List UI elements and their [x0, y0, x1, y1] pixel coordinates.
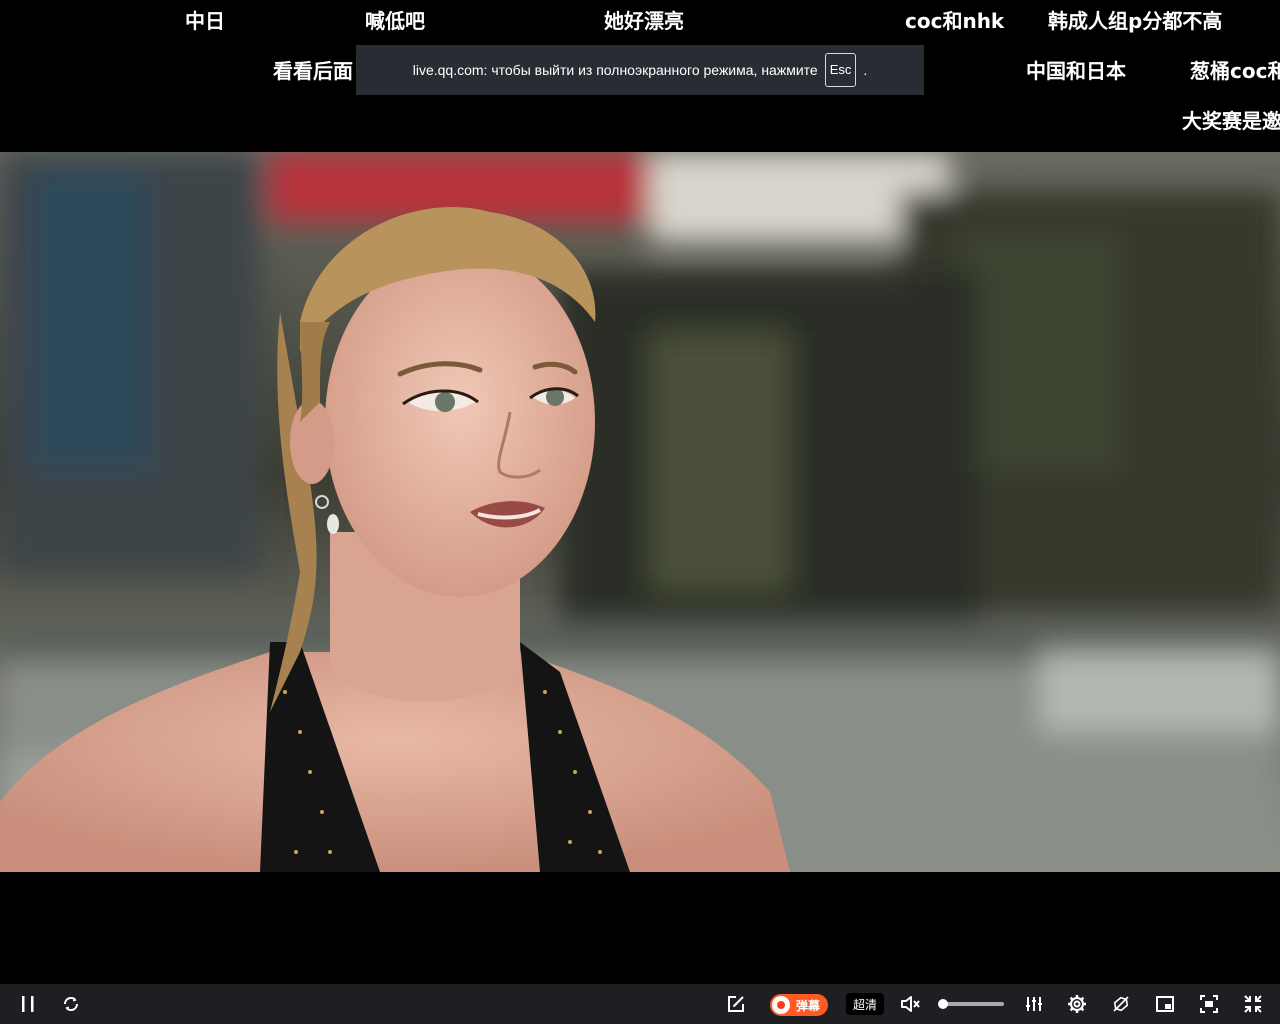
danmaku-comment: 韩成人组p分都不高 [1048, 9, 1223, 33]
picture-in-picture-icon [1156, 996, 1174, 1012]
danmaku-comment: 她好漂亮 [604, 9, 684, 33]
esc-key-hint: Esc [824, 53, 857, 87]
mute-button[interactable] [898, 992, 922, 1016]
block-icon [1113, 996, 1129, 1012]
video-image [0, 152, 1280, 872]
danmaku-toggle[interactable]: 弹幕 [770, 994, 828, 1016]
block-button[interactable] [1109, 992, 1133, 1016]
quality-selector[interactable]: 超清 [846, 993, 884, 1015]
send-danmaku-button[interactable] [724, 992, 748, 1016]
danmaku-toggle-label: 弹幕 [796, 998, 821, 1013]
toggle-knob [772, 996, 790, 1014]
danmaku-comment: 看看后面 [273, 59, 353, 83]
danmaku-comment: 中国和日本 [1026, 59, 1126, 83]
danmaku-comment: 葱桶coc和 [1190, 59, 1280, 83]
volume-mute-icon [901, 996, 920, 1012]
audio-mixer-button[interactable] [1022, 992, 1046, 1016]
exit-fullscreen-icon [1244, 995, 1262, 1013]
danmaku-comment: 中日 [185, 9, 225, 33]
volume-thumb[interactable] [938, 999, 949, 1009]
web-fullscreen-button[interactable] [1197, 992, 1221, 1016]
web-fullscreen-icon [1200, 995, 1218, 1013]
sliders-icon [1026, 997, 1042, 1011]
fullscreen-notice-suffix: . [863, 62, 868, 78]
video-frame[interactable] [0, 152, 1280, 872]
fullscreen-notice-text: live.qq.com: чтобы выйти из полноэкранно… [412, 62, 818, 78]
fullscreen-notice: live.qq.com: чтобы выйти из полноэкранно… [356, 45, 924, 95]
danmaku-comment: 喊低吧 [365, 9, 425, 33]
gear-icon [1068, 995, 1086, 1013]
settings-button[interactable] [1065, 992, 1089, 1016]
pause-icon [22, 996, 34, 1012]
danmaku-comment: coc和nhk [905, 9, 1005, 33]
danmaku-comment: 大奖赛是邀 [1182, 109, 1280, 133]
volume-slider[interactable] [938, 999, 1004, 1009]
pause-button[interactable] [16, 992, 40, 1016]
control-bar: 弹幕 超清 [0, 984, 1280, 1024]
exit-fullscreen-button[interactable] [1241, 992, 1265, 1016]
picture-in-picture-button[interactable] [1153, 992, 1177, 1016]
edit-icon [728, 996, 744, 1012]
video-player[interactable]: 中日 喊低吧 她好漂亮 coc和nhk 韩成人组p分都不高 看看后面 中国和日本… [0, 0, 1280, 1024]
refresh-icon [63, 996, 79, 1012]
refresh-button[interactable] [59, 992, 83, 1016]
